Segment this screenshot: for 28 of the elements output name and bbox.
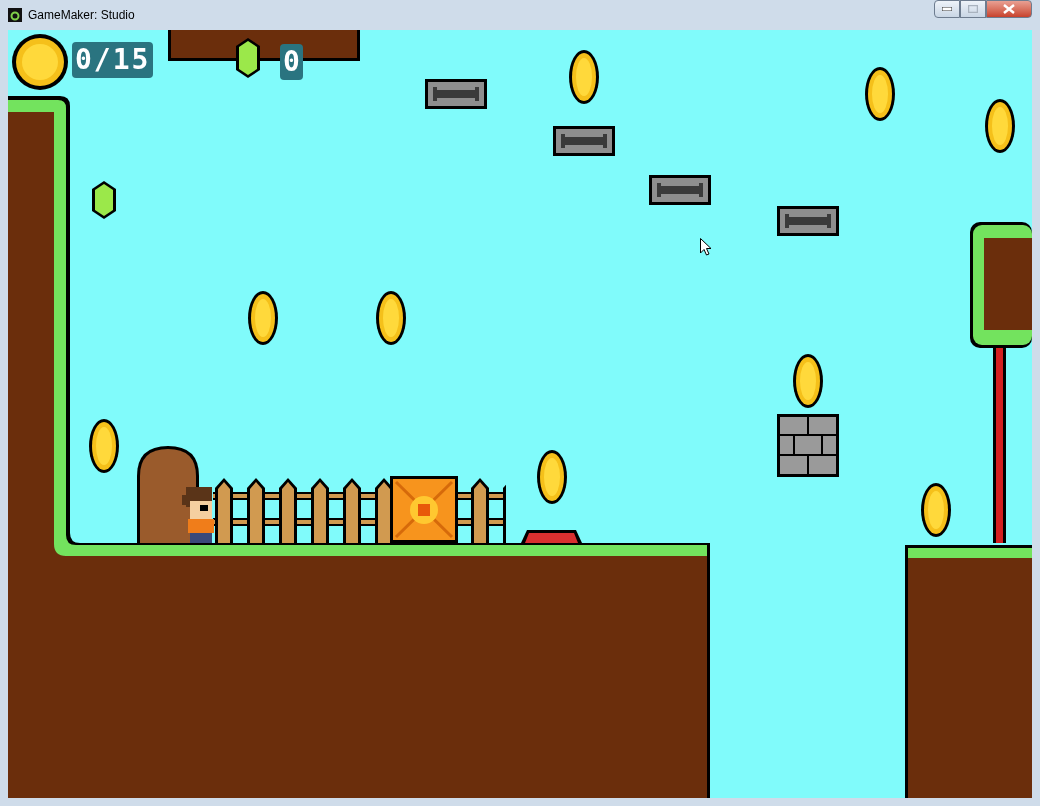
metal-platform	[649, 175, 711, 205]
gem-counter: 0	[280, 44, 303, 80]
metal-platform	[777, 206, 839, 236]
gem-icon	[236, 38, 260, 78]
coin-counter: 0/15	[72, 42, 154, 78]
maximize-icon	[968, 5, 978, 13]
metal-platform	[425, 79, 487, 109]
pressure-switch-drawing	[521, 530, 582, 543]
mouse-cursor-icon	[700, 238, 712, 256]
coin-icon	[12, 34, 68, 90]
app-logo-icon	[8, 8, 22, 22]
coin-icon	[376, 291, 406, 345]
coin-icon	[89, 419, 119, 473]
coin-icon	[985, 99, 1015, 153]
coin-icon	[569, 50, 599, 104]
coin-icon	[865, 67, 895, 121]
minimize-button[interactable]	[934, 0, 960, 18]
window-title: GameMaker: Studio	[28, 7, 136, 24]
close-button[interactable]	[986, 0, 1032, 18]
metal-platform	[553, 126, 615, 156]
stone-brick-block	[777, 414, 839, 477]
minimize-icon	[942, 7, 952, 11]
gem-icon	[92, 181, 116, 219]
coin-icon	[248, 291, 278, 345]
coin-icon	[537, 450, 567, 504]
coin-icon	[793, 354, 823, 408]
coin-icon	[921, 483, 951, 537]
close-icon	[1003, 4, 1015, 14]
